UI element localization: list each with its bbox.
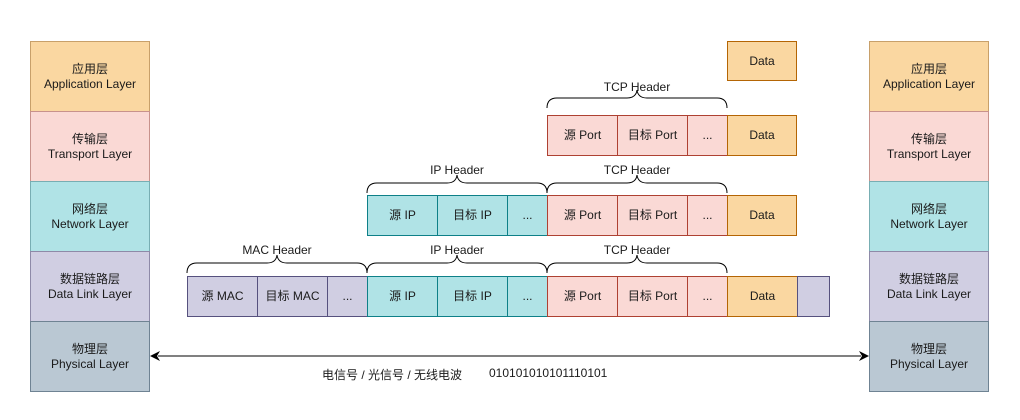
transport-ellipsis-field: ... (687, 115, 728, 156)
app-data-field: Data (727, 41, 797, 81)
tcp-header-label-transport: TCP Header (603, 80, 671, 94)
datalink-src-ip-field: 源 IP (367, 276, 438, 317)
mac-header-label-datalink: MAC Header (242, 243, 312, 257)
ip-header-label-network: IP Header (430, 163, 484, 177)
network-ip-ellipsis-field: ... (507, 195, 548, 236)
datalink-dst-mac-field: 目标 MAC (257, 276, 328, 317)
network-data-field: Data (727, 195, 797, 236)
datalink-mac-ellipsis-field: ... (327, 276, 368, 317)
transport-dst-port-field: 目标 Port (617, 115, 688, 156)
network-dst-ip-field: 目标 IP (437, 195, 508, 236)
transport-data-field: Data (727, 115, 797, 156)
network-dst-port-field: 目标 Port (617, 195, 688, 236)
ip-header-brace-network (366, 174, 548, 194)
datalink-ip-ellipsis-field: ... (507, 276, 548, 317)
datalink-tcp-ellipsis-field: ... (687, 276, 728, 317)
ip-header-label-datalink: IP Header (430, 243, 484, 257)
tcp-header-label-datalink: TCP Header (603, 243, 671, 257)
physical-medium-label: 电信号 / 光信号 / 无线电波 (322, 368, 463, 382)
tcp-header-brace-network (546, 174, 728, 194)
datalink-dst-ip-field: 目标 IP (437, 276, 508, 317)
physical-bits-label: 010101010101110101 (489, 366, 608, 380)
datalink-trailer-field (797, 276, 830, 317)
ip-header-brace-datalink (366, 254, 548, 274)
mac-header-brace-datalink (186, 254, 368, 274)
datalink-src-port-field: 源 Port (547, 276, 618, 317)
network-src-ip-field: 源 IP (367, 195, 438, 236)
network-src-port-field: 源 Port (547, 195, 618, 236)
datalink-dst-port-field: 目标 Port (617, 276, 688, 317)
tcp-header-brace-datalink (546, 254, 728, 274)
tcp-header-label-network: TCP Header (603, 163, 671, 177)
network-tcp-ellipsis-field: ... (687, 195, 728, 236)
datalink-src-mac-field: 源 MAC (187, 276, 258, 317)
datalink-data-field: Data (727, 276, 798, 317)
transport-src-port-field: 源 Port (547, 115, 618, 156)
